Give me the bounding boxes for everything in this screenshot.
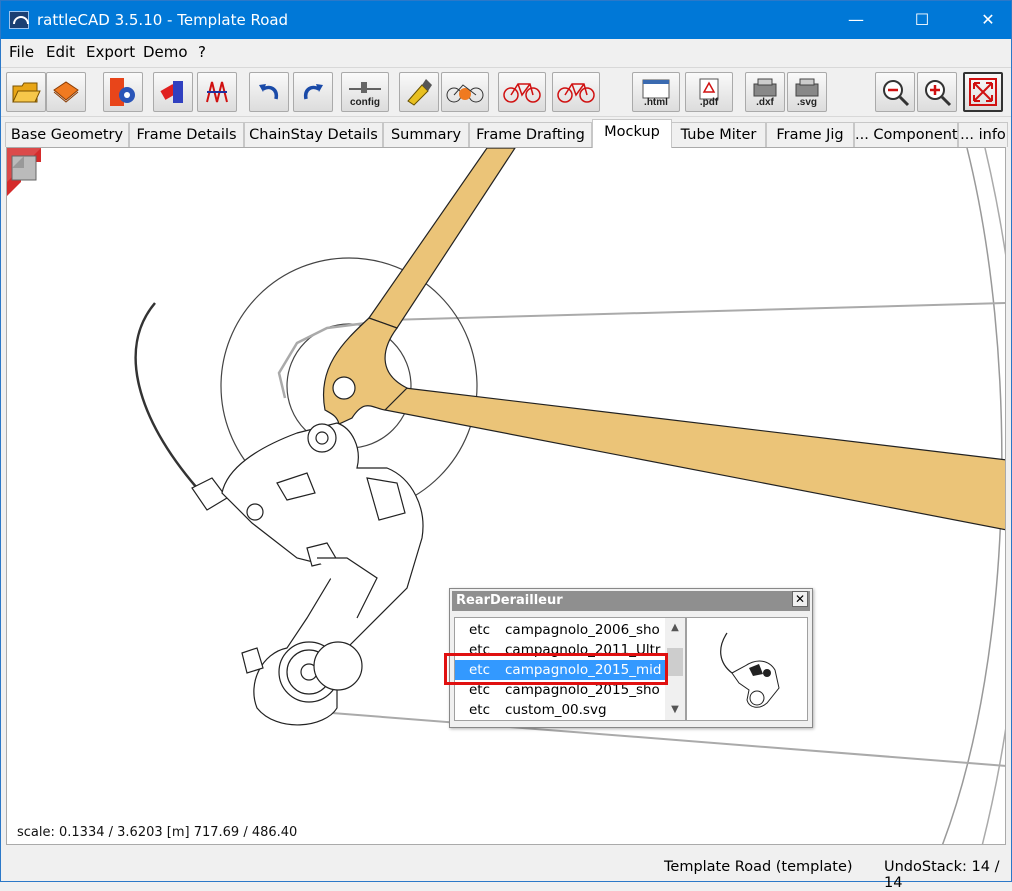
tab-bar: Base Geometry Frame Details ChainStay De… (1, 119, 1011, 148)
open-button[interactable] (6, 72, 46, 112)
bike-red-2-button[interactable] (552, 72, 600, 112)
save-button[interactable] (46, 72, 86, 112)
export-pdf-button[interactable]: .pdf (685, 72, 733, 112)
tab-frame-jig[interactable]: Frame Jig (766, 122, 854, 147)
selection-highlight (444, 653, 668, 685)
seat-stay (368, 148, 516, 329)
zoom-in-button[interactable] (917, 72, 957, 112)
tab-tube-miter[interactable]: Tube Miter (671, 122, 766, 147)
html-label: .html (644, 97, 668, 108)
config-button[interactable]: config (341, 72, 389, 112)
zoom-in-icon (925, 80, 952, 107)
menu-edit[interactable]: Edit (46, 43, 75, 61)
zoom-out-button[interactable] (875, 72, 915, 112)
bike-gear-button[interactable] (441, 72, 489, 112)
chain-stay (383, 387, 1005, 531)
settings-icon (110, 78, 135, 106)
list-item[interactable]: etc campagnolo_2006_sho (455, 620, 665, 640)
config-icon (349, 82, 381, 93)
paint-button[interactable] (399, 72, 439, 112)
list-item-category: etc (469, 702, 491, 718)
list-item-file: campagnolo_2006_sho (505, 622, 660, 638)
app-icon (9, 11, 29, 29)
status-bar: Template Road (template) UndoStack: 14 /… (1, 853, 1011, 891)
menu-bar: File Edit Export Demo ? (1, 39, 1011, 65)
list-item-file: custom_00.svg (505, 702, 607, 718)
svg-icon (795, 78, 819, 97)
zoom-out-icon (883, 80, 910, 107)
list-item[interactable]: etc custom_00.svg (455, 700, 665, 720)
scroll-thumb[interactable] (667, 648, 683, 676)
save-icon (53, 81, 79, 103)
geometry-icon (206, 81, 228, 103)
chain-upper (386, 302, 1005, 321)
toolbar: config .html .pdf .dxf .svg (1, 67, 1011, 117)
dxf-icon (753, 78, 777, 97)
dialog-close-button[interactable]: ✕ (792, 591, 808, 607)
menu-demo[interactable]: Demo (143, 43, 188, 61)
shift-cable (134, 302, 198, 489)
tab-base-geometry[interactable]: Base Geometry (5, 122, 129, 147)
tab-frame-details[interactable]: Frame Details (129, 122, 244, 147)
fit-icon (969, 78, 997, 106)
redo-button[interactable] (293, 72, 333, 112)
bike-red-2-icon (557, 83, 595, 103)
bike-drawing (125, 148, 1005, 844)
paint-icon (407, 79, 432, 106)
tab-chainstay-details[interactable]: ChainStay Details (244, 122, 383, 147)
scale-readout: scale: 0.1334 / 3.6203 [m] 717.69 / 486.… (17, 825, 298, 840)
tab-summary[interactable]: Summary (383, 122, 469, 147)
pdf-label: .pdf (699, 97, 719, 108)
export-html-button[interactable]: .html (632, 72, 680, 112)
rear-derailleur (191, 422, 424, 726)
menu-file[interactable]: File (9, 43, 34, 61)
bike-gear-icon (446, 84, 484, 103)
tube-icon (160, 81, 183, 103)
undo-icon (259, 84, 279, 100)
open-icon (12, 82, 41, 103)
svg-label: .svg (796, 97, 817, 108)
corner-nav-icon[interactable] (7, 148, 41, 196)
dxf-label: .dxf (756, 97, 774, 108)
close-button[interactable]: ✕ (965, 1, 1011, 39)
export-svg-button[interactable]: .svg (787, 72, 827, 112)
menu-help[interactable]: ? (198, 43, 206, 61)
status-project: Template Road (template) (664, 859, 853, 875)
export-dxf-button[interactable]: .dxf (745, 72, 785, 112)
derailleur-preview-icon (720, 632, 780, 708)
mockup-canvas[interactable]: scale: 0.1334 / 3.6203 [m] 717.69 / 486.… (6, 147, 1006, 845)
list-scrollbar[interactable]: ▲ ▼ (665, 618, 685, 720)
bike-red-button[interactable] (498, 72, 546, 112)
title-bar[interactable]: rattleCAD 3.5.10 - Template Road — ☐ ✕ (1, 1, 1011, 39)
app-window: rattleCAD 3.5.10 - Template Road — ☐ ✕ F… (0, 0, 1012, 891)
undo-button[interactable] (249, 72, 289, 112)
minimize-button[interactable]: — (833, 1, 879, 39)
tab-components[interactable]: ... Components (854, 122, 965, 147)
scroll-up-icon[interactable]: ▲ (665, 618, 685, 638)
settings-button[interactable] (103, 72, 143, 112)
dialog-title[interactable]: RearDerailleur (452, 591, 810, 611)
tab-frame-drafting[interactable]: Frame Drafting (469, 122, 592, 147)
fit-button[interactable] (963, 72, 1003, 112)
maximize-button[interactable]: ☐ (899, 1, 945, 39)
list-item-category: etc (469, 622, 491, 638)
tab-info[interactable]: ... info (958, 122, 1008, 147)
dialog-title-text: RearDerailleur (456, 593, 563, 608)
bike-red-icon (503, 83, 541, 103)
geometry-button[interactable] (197, 72, 237, 112)
axle-hole (332, 376, 356, 400)
tab-mockup[interactable]: Mockup (592, 119, 672, 148)
config-label: config (350, 97, 380, 108)
tube-button[interactable] (153, 72, 193, 112)
shift-cable-highlight (125, 297, 190, 494)
component-preview (686, 617, 808, 721)
window-title: rattleCAD 3.5.10 - Template Road (37, 11, 289, 29)
scroll-down-icon[interactable]: ▼ (665, 700, 685, 720)
status-undo: UndoStack: 14 / 14 (884, 859, 1000, 891)
redo-icon (303, 84, 323, 100)
menu-export[interactable]: Export (86, 43, 135, 61)
